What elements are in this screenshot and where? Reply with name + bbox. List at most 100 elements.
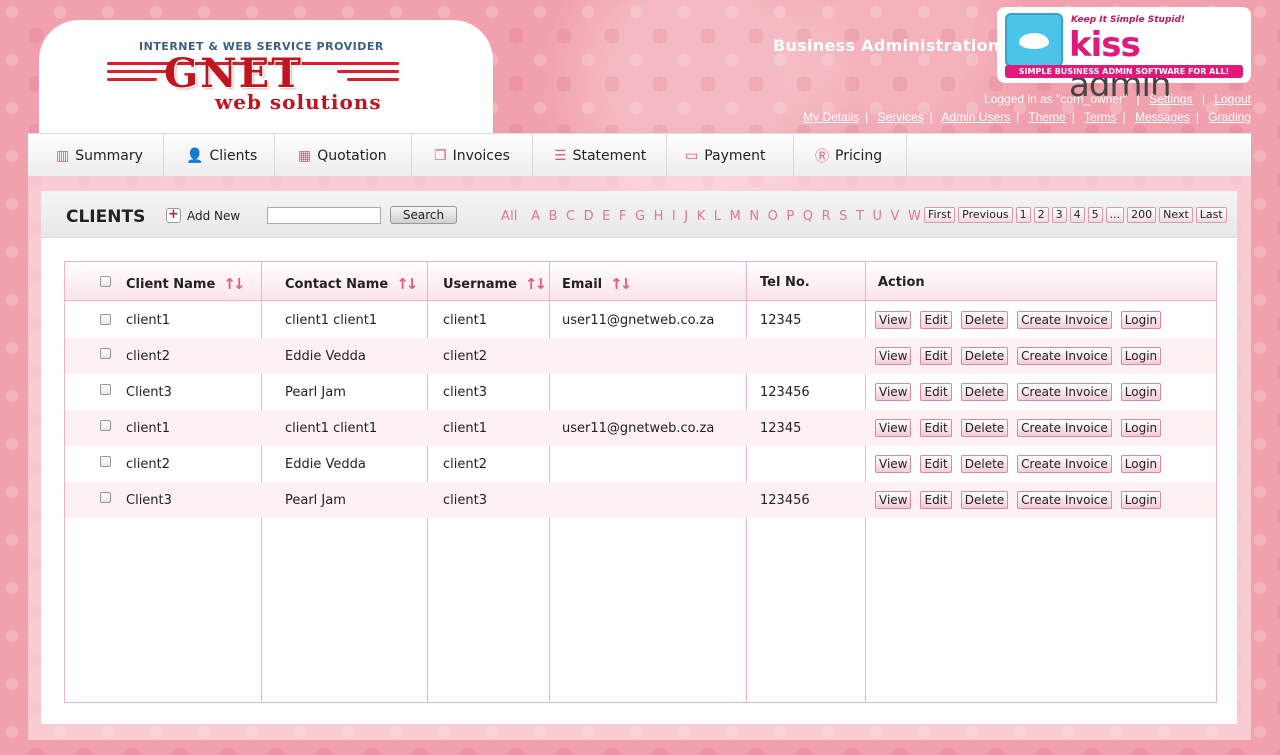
nav-quotation[interactable]: ▦ Quotation — [275, 134, 412, 177]
alpha-letter[interactable]: K — [697, 209, 706, 224]
alpha-letter[interactable]: F — [619, 209, 627, 224]
page-first[interactable]: First — [924, 207, 956, 223]
alpha-letter[interactable]: M — [730, 209, 741, 224]
create-invoice-button[interactable]: Create Invoice — [1017, 383, 1112, 401]
grading-link[interactable]: Grading — [1208, 110, 1251, 124]
edit-button[interactable]: Edit — [920, 419, 952, 437]
alpha-letter[interactable]: D — [584, 209, 594, 224]
alpha-letter[interactable]: A — [531, 209, 540, 224]
alpha-letter[interactable]: P — [786, 209, 794, 224]
view-button[interactable]: View — [875, 383, 912, 401]
nav-summary[interactable]: ▥ Summary — [28, 134, 164, 177]
alpha-letter[interactable]: W — [908, 209, 921, 224]
login-button[interactable]: Login — [1120, 311, 1162, 329]
alpha-letter[interactable]: N — [749, 209, 759, 224]
services-link[interactable]: Services — [878, 110, 924, 124]
delete-button[interactable]: Delete — [960, 347, 1009, 365]
page-last[interactable]: Last — [1195, 207, 1227, 223]
alpha-letter[interactable]: J — [684, 209, 688, 224]
username: client3 — [443, 493, 487, 508]
row-checkbox[interactable] — [100, 384, 111, 395]
alpha-letter[interactable]: S — [839, 209, 847, 224]
alpha-letter[interactable]: U — [872, 209, 882, 224]
edit-button[interactable]: Edit — [920, 311, 952, 329]
delete-button[interactable]: Delete — [960, 491, 1009, 509]
terms-link[interactable]: Terms — [1084, 110, 1117, 124]
row-checkbox[interactable] — [100, 348, 111, 359]
alpha-letter[interactable]: T — [856, 209, 864, 224]
alpha-letter[interactable]: B — [549, 209, 558, 224]
page-number[interactable]: 200 — [1127, 207, 1157, 223]
edit-button[interactable]: Edit — [920, 383, 952, 401]
alpha-letter[interactable]: Q — [803, 209, 813, 224]
alpha-letter[interactable]: G — [635, 209, 645, 224]
page-ellipsis[interactable]: ... — [1105, 207, 1125, 223]
edit-button[interactable]: Edit — [920, 455, 952, 473]
search-input[interactable] — [267, 207, 381, 224]
page-number[interactable]: 2 — [1033, 207, 1049, 223]
create-invoice-button[interactable]: Create Invoice — [1017, 419, 1112, 437]
login-button[interactable]: Login — [1120, 455, 1162, 473]
add-new-button[interactable]: + Add New — [166, 208, 240, 223]
view-button[interactable]: View — [875, 419, 912, 437]
view-button[interactable]: View — [875, 455, 912, 473]
create-invoice-button[interactable]: Create Invoice — [1017, 455, 1112, 473]
alpha-letter[interactable]: O — [768, 209, 778, 224]
row-checkbox[interactable] — [100, 456, 111, 467]
row-checkbox[interactable] — [100, 314, 111, 325]
messages-link[interactable]: Messages — [1135, 110, 1190, 124]
nav-invoices[interactable]: ❐ Invoices — [412, 134, 533, 177]
sort-icon[interactable]: ↑↓ — [525, 275, 547, 293]
select-all-checkbox[interactable] — [100, 276, 111, 287]
sort-icon[interactable]: ↑↓ — [396, 275, 418, 293]
page-next[interactable]: Next — [1159, 207, 1193, 223]
row-checkbox[interactable] — [100, 420, 111, 431]
alpha-letter[interactable]: C — [566, 209, 575, 224]
create-invoice-button[interactable]: Create Invoice — [1017, 311, 1112, 329]
document-icon: ❐ — [434, 147, 447, 164]
nav-statement[interactable]: ☰ Statement — [533, 134, 667, 177]
alpha-letter[interactable]: L — [714, 209, 721, 224]
logout-link[interactable]: Logout — [1214, 92, 1251, 106]
delete-button[interactable]: Delete — [960, 455, 1009, 473]
contact-name: Pearl Jam — [285, 493, 346, 508]
page-number[interactable]: 1 — [1015, 207, 1031, 223]
nav-clients[interactable]: 👤 Clients — [164, 134, 275, 177]
sort-icon[interactable]: ↑↓ — [610, 275, 632, 293]
nav-payment[interactable]: ▭ Payment — [667, 134, 794, 177]
page-number[interactable]: 4 — [1069, 207, 1085, 223]
login-button[interactable]: Login — [1120, 347, 1162, 365]
theme-link[interactable]: Theme — [1028, 110, 1065, 124]
my-details-link[interactable]: My Details — [803, 110, 859, 124]
login-button[interactable]: Login — [1120, 419, 1162, 437]
edit-button[interactable]: Edit — [920, 347, 952, 365]
plus-icon: + — [166, 208, 181, 223]
admin-users-link[interactable]: Admin Users — [941, 110, 1010, 124]
nav-pricing[interactable]: Ⓡ Pricing — [794, 134, 907, 177]
alpha-all[interactable]: All — [501, 209, 518, 224]
delete-button[interactable]: Delete — [960, 419, 1009, 437]
view-button[interactable]: View — [875, 311, 912, 329]
search-button[interactable]: Search — [390, 206, 457, 224]
row-checkbox[interactable] — [100, 492, 111, 503]
delete-button[interactable]: Delete — [960, 311, 1009, 329]
settings-link[interactable]: Settings — [1149, 92, 1192, 106]
alpha-letter[interactable]: E — [602, 209, 610, 224]
view-button[interactable]: View — [875, 347, 912, 365]
login-button[interactable]: Login — [1120, 383, 1162, 401]
login-button[interactable]: Login — [1120, 491, 1162, 509]
list-icon: ☰ — [554, 147, 567, 164]
page-previous[interactable]: Previous — [958, 207, 1013, 223]
alpha-letter[interactable]: R — [822, 209, 831, 224]
page-number[interactable]: 3 — [1051, 207, 1067, 223]
alpha-letter[interactable]: V — [891, 209, 900, 224]
delete-button[interactable]: Delete — [960, 383, 1009, 401]
sort-icon[interactable]: ↑↓ — [223, 275, 245, 293]
create-invoice-button[interactable]: Create Invoice — [1017, 347, 1112, 365]
alpha-letter[interactable]: I — [672, 209, 676, 224]
view-button[interactable]: View — [875, 491, 912, 509]
alpha-letter[interactable]: H — [654, 209, 664, 224]
create-invoice-button[interactable]: Create Invoice — [1017, 491, 1112, 509]
edit-button[interactable]: Edit — [920, 491, 952, 509]
page-number[interactable]: 5 — [1087, 207, 1103, 223]
